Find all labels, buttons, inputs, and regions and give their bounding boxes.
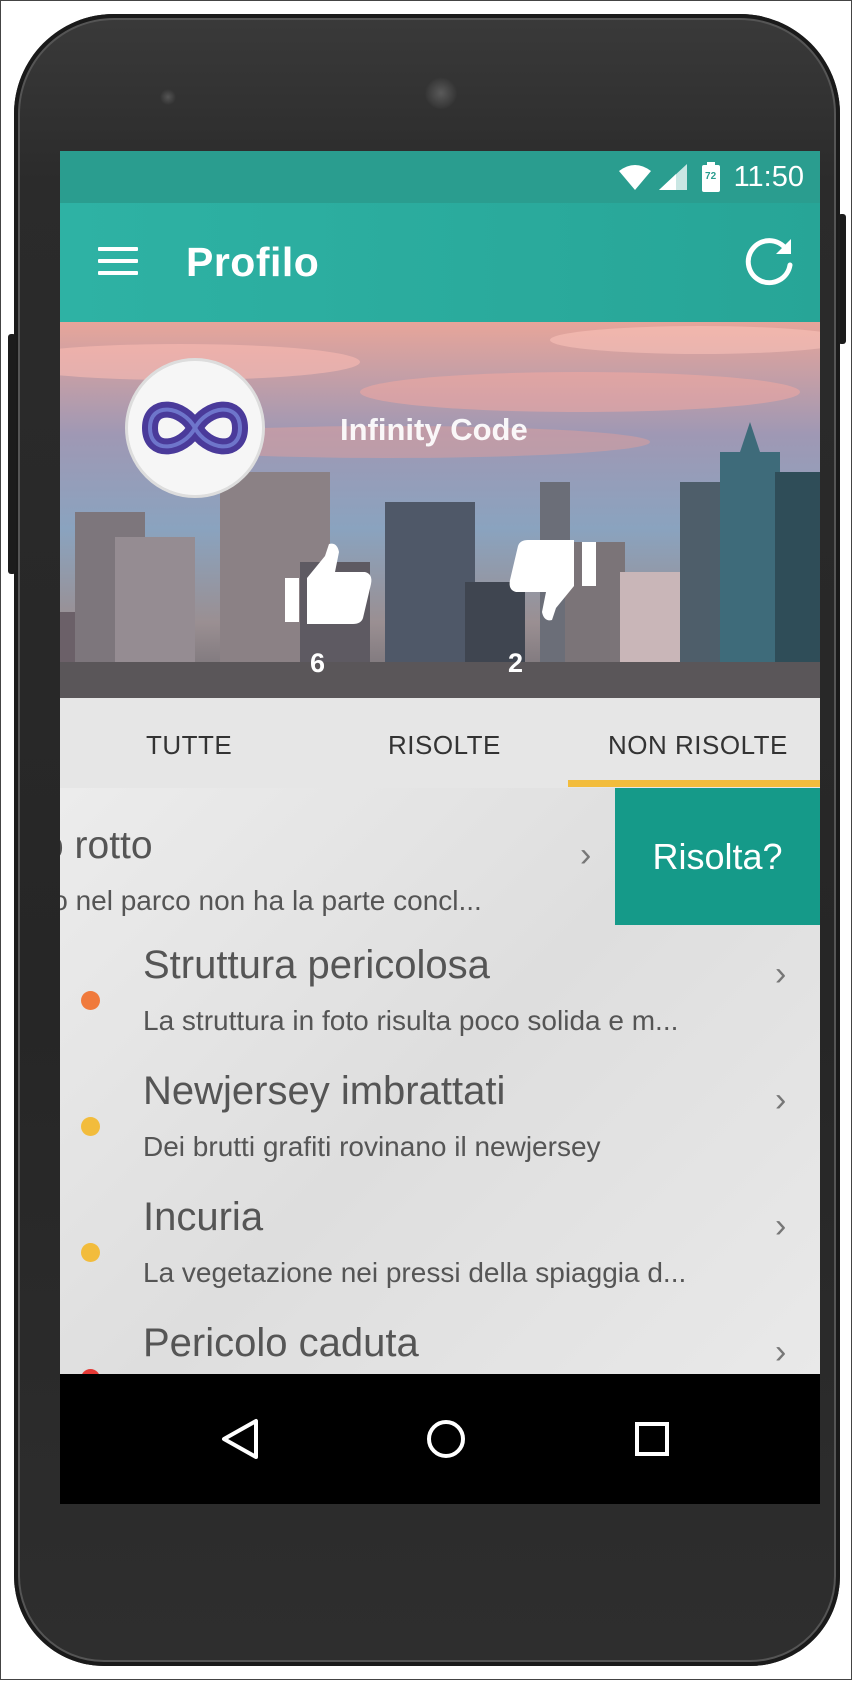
tab-bar: TUTTE RISOLTE NON RISOLTE: [60, 698, 820, 788]
list-item-subtitle: La struttura in foto risulta poco solida…: [143, 1005, 679, 1036]
list-item[interactable]: Pericolo caduta ›: [60, 1303, 820, 1374]
app-bar: Profilo: [60, 203, 820, 322]
volume-button: [838, 214, 846, 344]
signal-icon: [658, 164, 687, 190]
list-item[interactable]: Newjersey imbrattati Dei brutti grafiti …: [60, 1051, 820, 1181]
tab-risolte[interactable]: RISOLTE: [388, 730, 501, 761]
refresh-icon[interactable]: [742, 235, 796, 289]
nav-recent-icon[interactable]: [622, 1409, 682, 1469]
wifi-icon: [618, 165, 651, 190]
list-item-subtitle: lo nel parco non ha la parte concl...: [60, 885, 482, 916]
chevron-right-icon: ›: [775, 955, 787, 993]
status-dot: [81, 1117, 100, 1136]
clock: 11:50: [733, 160, 804, 193]
list-item[interactable]: Incuria La vegetazione nei pressi della …: [60, 1177, 820, 1307]
battery-icon: 72: [701, 162, 720, 192]
nav-back-icon[interactable]: [210, 1409, 270, 1469]
status-dot: [81, 991, 100, 1010]
list-item-title: Newjersey imbrattati: [143, 1069, 506, 1113]
chevron-right-icon: ›: [775, 1207, 787, 1245]
dislikes-count: 2: [508, 648, 524, 678]
nav-home-icon[interactable]: [416, 1409, 476, 1469]
profile-name: Infinity Code: [340, 412, 528, 447]
profile-header: Infinity Code 6 2: [60, 322, 820, 698]
risolta-button[interactable]: Risolta?: [615, 788, 820, 925]
list-item-title: Pericolo caduta: [143, 1321, 419, 1365]
list-item-title: o rotto: [60, 824, 153, 867]
list-item[interactable]: Struttura pericolosa La struttura in fot…: [60, 925, 820, 1055]
issue-list: o rotto lo nel parco non ha la parte con…: [60, 788, 820, 1374]
chevron-right-icon: ›: [580, 836, 592, 874]
list-item-title: Struttura pericolosa: [143, 943, 490, 987]
phone-device: 72 11:50 Profilo Infinity Code 6 2 TUTTE…: [8, 14, 846, 1666]
page-title: Profilo: [186, 239, 320, 285]
likes-count: 6: [310, 648, 326, 678]
thumbs-up-icon[interactable]: [285, 542, 375, 628]
phone-screen: 72 11:50 Profilo Infinity Code 6 2 TUTTE…: [60, 151, 820, 1504]
tab-indicator: [568, 780, 820, 787]
avatar: [125, 358, 265, 498]
battery-level: 72: [705, 171, 717, 182]
power-button: [8, 334, 16, 574]
chevron-right-icon: ›: [775, 1081, 787, 1119]
chevron-right-icon: ›: [775, 1333, 787, 1371]
navigation-bar: [60, 1374, 820, 1504]
status-bar: 72 11:50: [60, 151, 820, 203]
tab-non-risolte[interactable]: NON RISOLTE: [608, 730, 788, 761]
list-item-swiped[interactable]: o rotto lo nel parco non ha la parte con…: [60, 788, 820, 925]
thumbs-down-icon[interactable]: [506, 540, 596, 626]
front-camera: [160, 89, 176, 105]
list-item-subtitle: Dei brutti grafiti rovinano il newjersey: [143, 1131, 601, 1162]
list-item-subtitle: La vegetazione nei pressi della spiaggia…: [143, 1257, 687, 1288]
earpiece-speaker: [425, 77, 457, 109]
infinity-logo-icon: [128, 361, 262, 495]
tab-tutte[interactable]: TUTTE: [146, 730, 232, 761]
menu-icon[interactable]: [98, 243, 138, 279]
list-item-title: Incuria: [143, 1195, 264, 1239]
status-dot: [81, 1243, 100, 1262]
